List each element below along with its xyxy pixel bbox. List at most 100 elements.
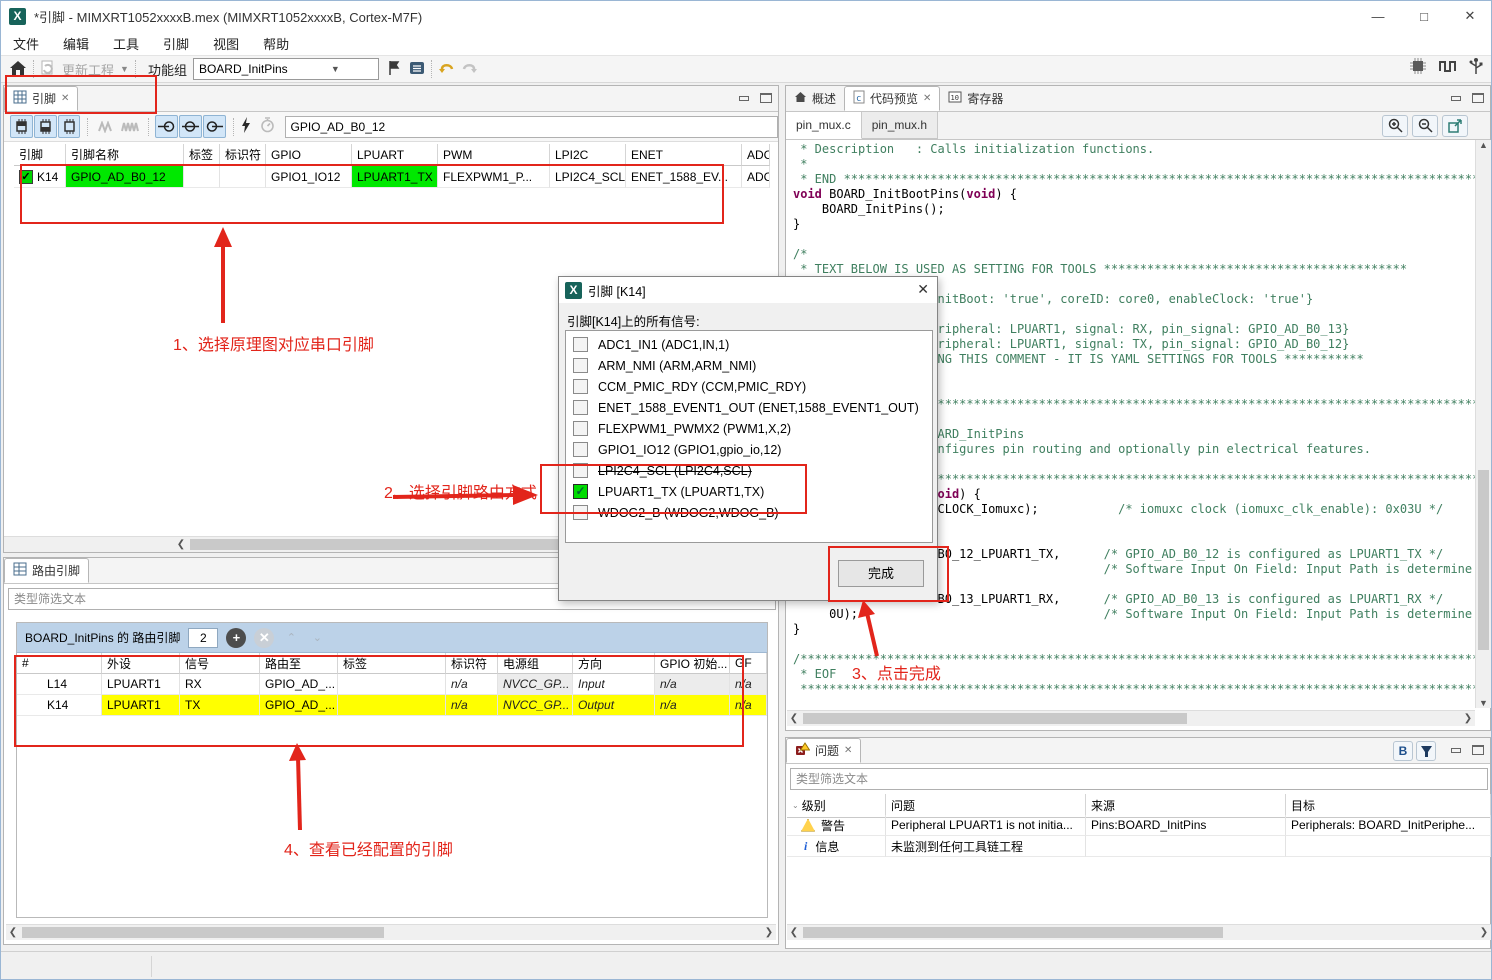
move-down-button[interactable]: ⌄: [308, 631, 326, 644]
tab-pins[interactable]: 引脚 ✕: [4, 86, 78, 111]
scroll-left-icon[interactable]: ❮: [787, 711, 801, 726]
menu-help[interactable]: 帮助: [251, 34, 301, 53]
col-enet[interactable]: ENET: [626, 144, 742, 166]
col-power-group[interactable]: 电源组: [498, 653, 573, 674]
package-view-toggle-2[interactable]: [34, 115, 57, 138]
scroll-left-icon[interactable]: ❮: [787, 925, 801, 940]
checkbox-icon[interactable]: [573, 379, 588, 394]
filter-funnel-icon[interactable]: [1416, 741, 1436, 761]
menu-view[interactable]: 视图: [201, 34, 251, 53]
zoom-out-icon[interactable]: [1412, 115, 1438, 137]
scroll-left-icon[interactable]: ❮: [174, 537, 188, 552]
tab-pin-mux-c[interactable]: pin_mux.c: [786, 112, 862, 139]
problem-row-level[interactable]: 警告: [787, 815, 886, 836]
signal-item[interactable]: ARM_NMI (ARM,ARM_NMI): [566, 355, 932, 376]
wave-double-icon[interactable]: [118, 115, 141, 138]
routed-row-signal[interactable]: RX: [180, 674, 260, 695]
problems-filter-input[interactable]: [790, 768, 1488, 790]
routed-row-label[interactable]: [338, 674, 446, 695]
route-mid-icon[interactable]: [179, 115, 202, 138]
signal-item-lpuart1-tx[interactable]: ✓LPUART1_TX (LPUART1,TX): [566, 481, 932, 502]
tab-registers[interactable]: 10 寄存器: [940, 86, 1011, 111]
col-hash[interactable]: #: [17, 653, 102, 674]
bolt-icon[interactable]: [240, 117, 252, 137]
pin-row-cell-lpuart[interactable]: LPUART1_TX: [352, 166, 438, 188]
pin-row-cell-pwm[interactable]: FLEXPWM1_P...: [438, 166, 550, 188]
signal-item[interactable]: GPIO1_IO12 (GPIO1,gpio_io,12): [566, 439, 932, 460]
routed-row-peripheral[interactable]: LPUART1: [102, 695, 180, 716]
package-view-toggle-1[interactable]: [10, 115, 33, 138]
problem-row-source[interactable]: [1086, 836, 1286, 857]
done-button[interactable]: 完成: [838, 560, 924, 587]
maximize-button[interactable]: □: [1401, 1, 1447, 31]
update-project-button[interactable]: 更新工程: [62, 60, 114, 79]
scroll-right-icon[interactable]: ❯: [1477, 925, 1491, 940]
undo-icon[interactable]: [438, 60, 456, 79]
routed-hscrollbar[interactable]: ❮ ❯: [6, 924, 776, 940]
pin-checkbox[interactable]: ✓: [19, 170, 33, 184]
routed-row-gpio-init[interactable]: n/a: [655, 695, 730, 716]
timer-icon[interactable]: [260, 117, 275, 136]
signal-item[interactable]: FLEXPWM1_PWMX2 (PWM1,X,2): [566, 418, 932, 439]
col-label[interactable]: 标签: [184, 144, 220, 166]
col-pin[interactable]: 引脚: [14, 144, 66, 166]
routed-row-gf[interactable]: n/a: [730, 674, 767, 695]
menu-file[interactable]: 文件: [1, 34, 51, 53]
menu-tools[interactable]: 工具: [101, 34, 151, 53]
col-route-to[interactable]: 路由至: [260, 653, 338, 674]
maximize-view-icon[interactable]: [760, 93, 772, 103]
minimize-button[interactable]: —: [1355, 1, 1401, 31]
routed-row-gf[interactable]: n/a: [730, 695, 767, 716]
pin-row-cell-name[interactable]: GPIO_AD_B0_12: [66, 166, 184, 188]
tab-code-preview[interactable]: c 代码预览 ✕: [844, 86, 940, 111]
menu-pins[interactable]: 引脚: [151, 34, 201, 53]
col-gf[interactable]: GF: [730, 653, 767, 674]
col-adc[interactable]: ADC: [742, 144, 770, 166]
col-signal[interactable]: 信号: [180, 653, 260, 674]
code-hscrollbar[interactable]: ❮ ❯: [787, 710, 1475, 726]
col-lpi2c[interactable]: LPI2C: [550, 144, 626, 166]
route-left-icon[interactable]: [155, 115, 178, 138]
routed-row-label[interactable]: [338, 695, 446, 716]
function-group-select[interactable]: BOARD_InitPins ▼: [193, 58, 379, 80]
routed-row-power[interactable]: NVCC_GP...: [498, 695, 573, 716]
move-up-button[interactable]: ⌃: [282, 631, 300, 644]
problem-row-text[interactable]: 未监测到任何工具链工程: [886, 836, 1086, 857]
pin-row-cell-enet[interactable]: ENET_1588_EV...: [626, 166, 742, 188]
peripherals-perspective-icon[interactable]: [1469, 57, 1483, 78]
tab-pin-mux-h[interactable]: pin_mux.h: [862, 112, 938, 139]
add-pin-button[interactable]: +: [226, 628, 246, 648]
col-pin-name[interactable]: 引脚名称: [66, 144, 184, 166]
routed-row-identifier[interactable]: n/a: [446, 695, 498, 716]
scroll-left-icon[interactable]: ❮: [6, 925, 20, 940]
routed-row-gpio-init[interactable]: n/a: [655, 674, 730, 695]
home-icon[interactable]: [9, 60, 27, 79]
routed-row-peripheral[interactable]: LPUART1: [102, 674, 180, 695]
signal-item[interactable]: ENET_1588_EVENT1_OUT (ENET,1588_EVENT1_O…: [566, 397, 932, 418]
pin-row-cell-identifier[interactable]: [220, 166, 266, 188]
pin-row-cell-pin[interactable]: ✓K14: [14, 166, 66, 188]
route-right-icon[interactable]: [203, 115, 226, 138]
checkbox-icon[interactable]: [573, 337, 588, 352]
routed-row-id[interactable]: L14: [17, 674, 102, 695]
scroll-right-icon[interactable]: ❯: [1461, 711, 1475, 726]
close-button[interactable]: ✕: [1447, 1, 1492, 31]
problems-hscrollbar[interactable]: ❮ ❯: [787, 924, 1491, 940]
filter-b-button[interactable]: B: [1393, 741, 1413, 761]
signal-item[interactable]: ADC1_IN1 (ADC1,IN,1): [566, 334, 932, 355]
pins-filter-input[interactable]: [285, 116, 779, 138]
signal-item[interactable]: WDOG2_B (WDOG2,WDOG_B): [566, 502, 932, 523]
signal-item[interactable]: CCM_PMIC_RDY (CCM,PMIC_RDY): [566, 376, 932, 397]
col-pwm[interactable]: PWM: [438, 144, 550, 166]
problem-row-target[interactable]: Peripherals: BOARD_InitPeriphe...: [1286, 815, 1491, 836]
checkbox-icon[interactable]: [573, 358, 588, 373]
problem-row-text[interactable]: Peripheral LPUART1 is not initia...: [886, 815, 1086, 836]
remove-pin-button[interactable]: ✕: [254, 628, 274, 648]
update-dropdown-icon[interactable]: ▼: [120, 64, 129, 74]
tab-close-icon[interactable]: ✕: [844, 745, 852, 756]
col-gpio-init[interactable]: GPIO 初始...: [655, 653, 730, 674]
routed-row-direction[interactable]: Input: [573, 674, 655, 695]
clocks-perspective-icon[interactable]: [1439, 59, 1457, 76]
export-icon[interactable]: [1442, 115, 1468, 137]
col-gpio[interactable]: GPIO: [266, 144, 352, 166]
